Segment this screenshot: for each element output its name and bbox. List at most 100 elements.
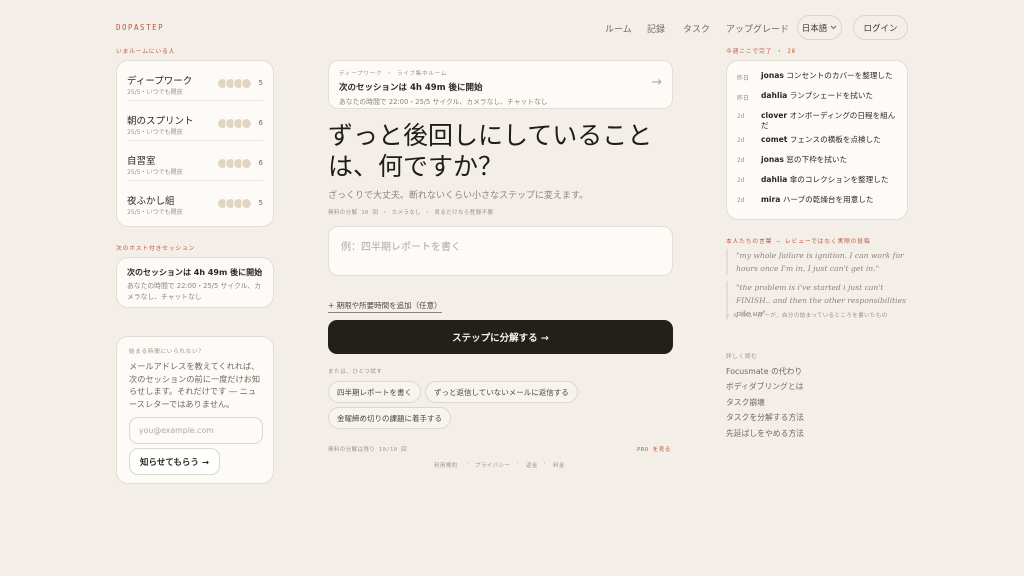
list-item: 昨日 dahlia ランプシェードを拭いた (737, 87, 897, 107)
notify-button[interactable]: 知らせてもらう → (129, 448, 220, 475)
login-button[interactable]: ログイン (853, 15, 908, 40)
list-item: 2d clover オンボーディングの日程を組んだ (737, 107, 897, 131)
footer-pricing[interactable]: 料金 (553, 461, 565, 469)
arrow-right-icon: → (651, 75, 662, 90)
footer-privacy[interactable]: プライバシー (475, 461, 510, 469)
room-name: ディープワーク (127, 76, 193, 87)
done-user: comet (761, 135, 788, 144)
done-when: 2d (737, 177, 745, 184)
footer-terms[interactable]: 利用規約 (434, 461, 458, 469)
done-text: フェンスの横板を点検した (789, 135, 881, 144)
list-item: 2d dahlia 傘のコレクションを整理した (737, 171, 897, 191)
list-item: 2d comet フェンスの横板を点検した (737, 131, 897, 151)
add-details-link[interactable]: + 期限や所要時間を追加（任意） (328, 300, 442, 313)
done-when: 2d (737, 157, 745, 164)
avatar-stack (217, 78, 252, 89)
room-name: 夜ふかし組 (127, 196, 175, 207)
room-item[interactable]: ディープワーク 25/5・いつでも開放 5 (127, 61, 263, 101)
host-label: 次のホスト付きセッション (116, 246, 196, 252)
list-item: 2d jonas 窓の下枠を拭いた (737, 151, 897, 171)
done-when: 昨日 (737, 95, 750, 102)
nav-tasks[interactable]: タスク (683, 22, 710, 35)
host-title: 次のセッションは 4h 49m 後に開始 (127, 268, 263, 277)
notify-card: 始まる時間にいられない？ メールアドレスを教えてくれれば、次のセッションの前に一… (116, 336, 274, 484)
room-count: 5 (258, 79, 263, 87)
room-item[interactable]: 朝のスプリント 25/5・いつでも開放 6 (127, 101, 263, 141)
language-label: 日本語 (801, 23, 828, 34)
avatar (241, 118, 252, 129)
done-user: mira (761, 195, 781, 204)
quota-text: 無料の分解は残り 10/10 回 (328, 447, 408, 453)
done-text: 窓の下枠を拭いた (786, 155, 848, 164)
logo[interactable]: DOPASTEP (116, 23, 164, 32)
read-link[interactable]: ボディダブリングとは (726, 381, 803, 392)
done-card: 昨日 jonas コンセントのカバーを整理した 昨日 dahlia ランプシェードを… (726, 60, 908, 220)
host-session-card[interactable]: 次のセッションは 4h 49m 後に開始 あなたの時間で 22:00・25/5 … (116, 257, 274, 308)
room-item[interactable]: 自習室 25/5・いつでも開放 6 (127, 141, 263, 181)
notify-label: 始まる時間にいられない？ (129, 349, 205, 355)
or-label: または、ひとつ試す (328, 369, 383, 375)
nav-history[interactable]: 記録 (647, 22, 665, 35)
done-when: 昨日 (737, 75, 750, 82)
pro-link[interactable]: PRO を見る (637, 445, 671, 453)
avatar (241, 78, 252, 89)
quotes-label: 本人たちの言葉 ― レビューではなく実際の投稿 (726, 239, 871, 245)
suggestion-chip[interactable]: 金曜締め切りの課題に着手する (328, 407, 451, 429)
banner-sub: あなたの時間で 22:00・25/5 サイクル、カメラなし、チャットなし (339, 98, 548, 106)
done-label: 今週ここで完了 ・ 26 (726, 49, 796, 55)
banner-eyebrow: ディープワーク ・ ライブ集中ルーム (339, 71, 448, 77)
read-link[interactable]: 先延ばしをやめる方法 (726, 428, 804, 439)
session-banner[interactable]: ディープワーク ・ ライブ集中ルーム 次のセッションは 4h 49m 後に開始 … (328, 60, 673, 109)
avatar-stack (217, 198, 252, 209)
page-title: ずっと後回しにしていることは、何ですか？ (328, 121, 653, 181)
nav-upgrade[interactable]: アップグレード (726, 22, 789, 35)
avatar (241, 158, 252, 169)
break-down-button[interactable]: ステップに分解する → (328, 320, 673, 354)
quote-text: "my whole failure is ignition. I can wor… (736, 251, 904, 273)
avatar-stack (217, 118, 252, 129)
done-when: 2d (737, 197, 745, 204)
suggestion-chip[interactable]: 四半期レポートを書く (328, 381, 421, 403)
done-when: 2d (737, 113, 745, 120)
done-user: jonas (761, 155, 784, 164)
done-text: コンセントのカバーを整理した (786, 71, 893, 80)
read-link[interactable]: タスクを分解する方法 (726, 412, 804, 423)
avatar (241, 198, 252, 209)
suggestion-chip[interactable]: ずっと返信していないメールに返信する (425, 381, 578, 403)
notify-text: メールアドレスを教えてくれれば、次のセッションの前に一度だけお知らせします。それ… (129, 361, 261, 409)
room-item[interactable]: 夜ふかし組 25/5・いつでも開放 5 (127, 181, 263, 221)
room-sub: 25/5・いつでも開放 (127, 209, 183, 216)
room-count: 5 (258, 199, 263, 207)
read-link[interactable]: タスク崩壊 (726, 397, 765, 408)
read-link[interactable]: Focusmate の代わり (726, 366, 802, 377)
done-user: clover (761, 111, 788, 120)
room-count: 6 (258, 159, 263, 167)
host-sub: あなたの時間で 22:00・25/5 サイクル、カメラなし、チャットなし (127, 282, 261, 301)
meta-info: 無料の分解 10 回 ・ カメラなし ・ 見るだけなら登録不要 (328, 210, 494, 216)
avatar-stack (217, 158, 252, 169)
email-field[interactable]: you@example.com (129, 417, 263, 444)
read-more-label: 詳しく読む (726, 354, 758, 360)
list-item: 昨日 jonas コンセントのカバーを整理した (737, 67, 897, 87)
quote-block: "my whole failure is ignition. I can wor… (726, 249, 910, 275)
done-text: ハーブの乾燥台を用意した (782, 195, 874, 204)
task-input[interactable]: 例：四半期レポートを書く (328, 226, 673, 276)
chevron-down-icon (830, 25, 837, 30)
quote-attribution: ― X のユーザーが、自分の詰まっているところを書いたもの (726, 313, 888, 319)
room-sub: 25/5・いつでも開放 (127, 89, 183, 96)
rooms-label: いまルームにいる人 (116, 49, 176, 55)
nav-rooms[interactable]: ルーム (605, 22, 632, 35)
done-when: 2d (737, 137, 745, 144)
room-count: 6 (258, 119, 263, 127)
done-user: jonas (761, 71, 784, 80)
room-name: 朝のスプリント (127, 116, 194, 127)
done-text: ランプシェードを拭いた (789, 91, 874, 100)
banner-title: 次のセッションは 4h 49m 後に開始 (339, 83, 483, 93)
language-select[interactable]: 日本語 (797, 15, 842, 40)
room-sub: 25/5・いつでも開放 (127, 129, 183, 136)
footer-sep: · (543, 461, 547, 467)
footer-refund[interactable]: 返金 (526, 461, 538, 469)
done-user: dahlia (761, 175, 788, 184)
done-text: 傘のコレクションを整理した (789, 175, 889, 184)
done-user: dahlia (761, 91, 788, 100)
